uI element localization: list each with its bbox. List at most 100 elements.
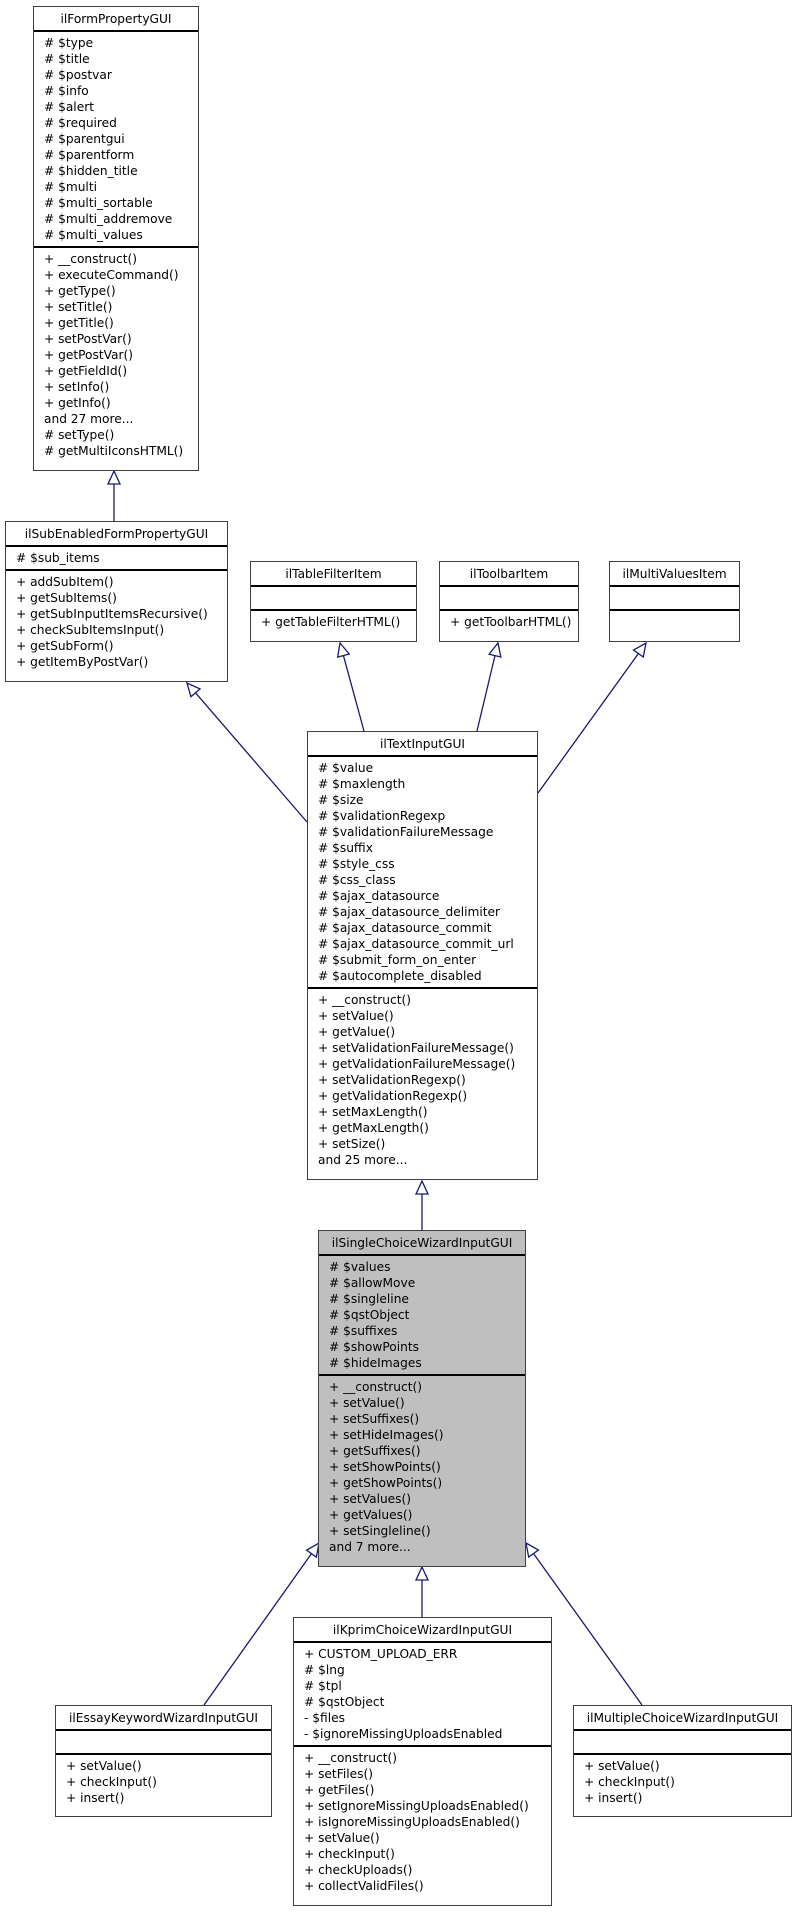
attributes-section: [574, 1731, 791, 1755]
attributes-section: [610, 587, 739, 611]
attribute: # $info: [44, 84, 89, 98]
edge-textInput-multiValues: [537, 653, 639, 794]
more-methods-link[interactable]: and 27 more...: [44, 411, 194, 427]
class-ilToolbarItem[interactable]: ilToolbarItem + getToolbarHTML(): [439, 561, 579, 642]
method: + addSubItem(): [16, 575, 114, 589]
method: + collectValidFiles(): [304, 1879, 424, 1893]
method: + setValue(): [304, 1831, 380, 1845]
attribute: # $showPoints: [329, 1340, 419, 1354]
method: + setSingleline(): [329, 1524, 431, 1538]
method: + setValue(): [66, 1759, 142, 1773]
attribute: # $multi: [44, 180, 97, 194]
method: + setValue(): [584, 1759, 660, 1773]
inheritance-arrowhead-icon: [414, 1565, 430, 1581]
class-ilKprimChoiceWizardInputGUI[interactable]: ilKprimChoiceWizardInputGUI + CUSTOM_UPLO…: [293, 1617, 552, 1906]
attribute: # $submit_form_on_enter: [318, 953, 477, 967]
attribute: # $parentform: [44, 148, 135, 162]
attribute: - $files: [304, 1711, 345, 1725]
attributes-section: # $type # $title # $postvar # $info # $alert…: [34, 32, 198, 248]
attributes-section: # $sub_items: [6, 547, 227, 571]
attribute: # $validationRegexp: [318, 809, 446, 823]
methods-section: + getToolbarHTML(): [440, 611, 578, 633]
inheritance-arrowhead-icon: [336, 641, 351, 659]
method: + setValidationFailureMessage(): [318, 1041, 514, 1055]
method: + executeCommand(): [44, 268, 179, 282]
attribute: # $hideImages: [329, 1356, 422, 1370]
attribute: # $size: [318, 793, 364, 807]
method: + checkSubItemsInput(): [16, 623, 165, 637]
method: + setInfo(): [44, 380, 110, 394]
method: + setShowPoints(): [329, 1460, 441, 1474]
attribute: # $multi_values: [44, 228, 143, 242]
attribute: # $css_class: [318, 873, 396, 887]
method: + getToolbarHTML(): [450, 615, 572, 629]
methods-section: + addSubItem() + getSubItems() + getSubInp…: [6, 571, 227, 673]
method: + getValidationRegexp(): [318, 1089, 468, 1103]
attributes-section: # $value # $maxlength # $size # $validation…: [308, 757, 537, 989]
attribute: # $ajax_datasource: [318, 889, 440, 903]
method: + getFieldId(): [44, 364, 128, 378]
attributes-section: # $values # $allowMove # $singleline # $qst…: [319, 1256, 525, 1376]
class-ilSubEnabledFormPropertyGUI[interactable]: ilSubEnabledFormPropertyGUI # $sub_items +…: [5, 521, 228, 682]
attribute: - $ignoreMissingUploadsEnabled: [304, 1727, 503, 1741]
attribute: # $value: [318, 761, 374, 775]
class-name: ilSingleChoiceWizardInputGUI: [319, 1231, 525, 1256]
class-name: ilToolbarItem: [440, 562, 578, 587]
class-ilTableFilterItem[interactable]: ilTableFilterItem + getTableFilterHTML(): [250, 561, 417, 642]
inheritance-arrowhead-icon: [185, 681, 202, 698]
inheritance-arrowhead-icon: [414, 1179, 430, 1195]
attribute: + CUSTOM_UPLOAD_ERR: [304, 1647, 458, 1661]
attribute: # $tpl: [304, 1679, 342, 1693]
method: + getSuffixes(): [329, 1444, 421, 1458]
class-name: ilSubEnabledFormPropertyGUI: [6, 522, 227, 547]
attribute: # $sub_items: [16, 551, 100, 565]
method: + setSuffixes(): [329, 1412, 420, 1426]
method: + getMaxLength(): [318, 1121, 429, 1135]
attribute: # $suffix: [318, 841, 373, 855]
method: + getTitle(): [44, 316, 114, 330]
methods-section: + __construct() + setValue() + setSuffixes…: [319, 1376, 525, 1558]
attribute: # $ajax_datasource_commit: [318, 921, 492, 935]
method: + getPostVar(): [44, 348, 133, 362]
method: + getTableFilterHTML(): [261, 615, 401, 629]
methods-section: + setValue() + checkInput() + insert(): [574, 1755, 791, 1809]
class-name: ilFormPropertyGUI: [34, 7, 198, 32]
class-ilEssayKeywordWizardInputGUI[interactable]: ilEssayKeywordWizardInputGUI + setValue()…: [55, 1705, 272, 1817]
attributes-section: [440, 587, 578, 611]
class-ilFormPropertyGUI[interactable]: ilFormPropertyGUI # $type # $title # $postv…: [33, 6, 199, 471]
class-ilTextInputGUI[interactable]: ilTextInputGUI # $value # $maxlength # $siz…: [307, 731, 538, 1180]
attribute: # $suffixes: [329, 1324, 398, 1338]
attributes-section: + CUSTOM_UPLOAD_ERR # $lng # $tpl # $qstObj…: [294, 1643, 551, 1747]
method: + getInfo(): [44, 396, 111, 410]
method: + checkInput(): [66, 1775, 157, 1789]
class-ilMultiValuesItem[interactable]: ilMultiValuesItem: [609, 561, 740, 642]
attribute: # $multi_addremove: [44, 212, 173, 226]
method: + setHideImages(): [329, 1428, 444, 1442]
inheritance-arrowhead-icon: [525, 1541, 540, 1559]
class-ilMultipleChoiceWizardInputGUI[interactable]: ilMultipleChoiceWizardInputGUI + setValue…: [573, 1705, 792, 1817]
edge-textInput-toolbar: [476, 655, 496, 732]
attribute: # $style_css: [318, 857, 395, 871]
attribute: # $hidden_title: [44, 164, 138, 178]
attribute: # $autocomplete_disabled: [318, 969, 482, 983]
class-name: ilTextInputGUI: [308, 732, 537, 757]
attribute: # $validationFailureMessage: [318, 825, 494, 839]
more-methods-link[interactable]: and 7 more...: [329, 1539, 521, 1555]
attribute: # $required: [44, 116, 117, 130]
inheritance-arrowhead-icon: [488, 641, 502, 658]
attribute: # $parentgui: [44, 132, 125, 146]
methods-section: + setValue() + checkInput() + insert(): [56, 1755, 271, 1809]
method: + checkInput(): [584, 1775, 675, 1789]
attribute: # $multi_sortable: [44, 196, 153, 210]
method: + setFiles(): [304, 1767, 373, 1781]
more-methods-link[interactable]: and 25 more...: [318, 1152, 533, 1168]
method: + setValues(): [329, 1492, 412, 1506]
method: + insert(): [66, 1791, 125, 1805]
methods-section: + __construct() + executeCommand() + getTy…: [34, 248, 198, 462]
method: + checkInput(): [304, 1847, 395, 1861]
class-ilSingleChoiceWizardInputGUI[interactable]: ilSingleChoiceWizardInputGUI # $values # $…: [318, 1230, 526, 1567]
method: + __construct(): [304, 1751, 398, 1765]
attribute: # $alert: [44, 100, 94, 114]
attribute: # $lng: [304, 1663, 345, 1677]
method: + getShowPoints(): [329, 1476, 443, 1490]
